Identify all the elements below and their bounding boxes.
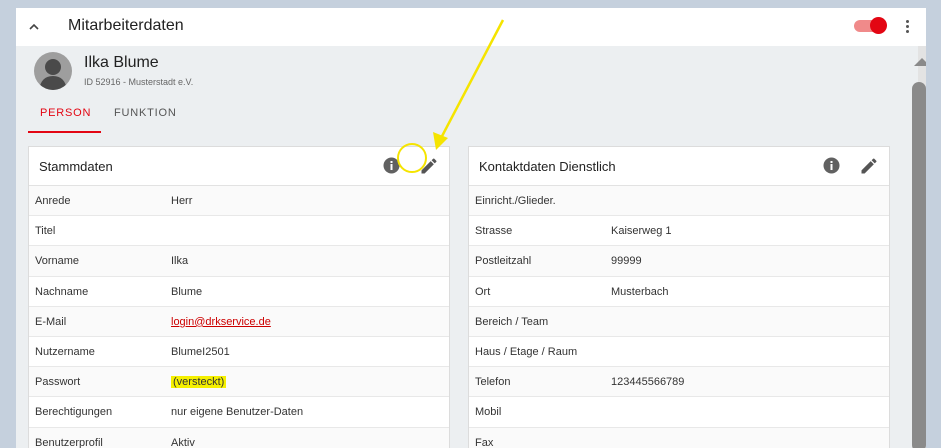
pencil-icon[interactable] bbox=[419, 156, 439, 176]
email-link[interactable]: login@drkservice.de bbox=[171, 316, 271, 328]
stammdaten-card: Stammdaten Anrede Herr Titel Vorname Ilka … bbox=[28, 146, 450, 448]
table-row: Einricht./Glieder. bbox=[469, 186, 889, 217]
row-label: Ort bbox=[475, 285, 491, 298]
stammdaten-header: Stammdaten bbox=[29, 147, 449, 186]
row-value: Herr bbox=[171, 195, 193, 207]
row-label: Benutzerprofil bbox=[35, 436, 103, 448]
profile-id: ID 52916 - Musterstadt e.V. bbox=[84, 77, 194, 87]
pencil-icon[interactable] bbox=[859, 156, 879, 176]
row-label: Mobil bbox=[475, 406, 502, 419]
table-row: Haus / Etage / Raum bbox=[469, 337, 889, 368]
kontakt-header: Kontaktdaten Dienstlich bbox=[469, 147, 889, 186]
table-row: Anrede Herr bbox=[29, 186, 449, 217]
tab-person[interactable]: PERSON bbox=[40, 107, 91, 119]
row-label: Postleitzahl bbox=[475, 255, 532, 268]
table-row: Nachname Blume bbox=[29, 277, 449, 307]
row-value: 99999 bbox=[611, 255, 642, 268]
table-row: Benutzerprofil Aktiv bbox=[29, 427, 449, 448]
row-label: Vorname bbox=[35, 255, 80, 268]
table-row: Bereich / Team bbox=[469, 306, 889, 337]
profile-name: Ilka Blume bbox=[84, 54, 159, 71]
scrollbar[interactable] bbox=[912, 46, 926, 448]
scroll-up-icon[interactable] bbox=[914, 58, 926, 66]
table-row: Berechtigungen nur eigene Benutzer-Daten bbox=[29, 397, 449, 428]
row-label: Bereich / Team bbox=[475, 315, 549, 328]
row-label: Nachname bbox=[35, 285, 89, 298]
row-value: Kaiserweg 1 bbox=[611, 225, 672, 238]
table-row: Passwort (versteckt) bbox=[29, 367, 449, 398]
row-label: Haus / Etage / Raum bbox=[475, 345, 578, 358]
kontakt-title: Kontaktdaten Dienstlich bbox=[479, 159, 616, 174]
table-row: Titel bbox=[29, 216, 449, 247]
table-row: Ort Musterbach bbox=[469, 277, 889, 307]
row-label: Titel bbox=[35, 225, 56, 238]
stammdaten-rows: Anrede Herr Titel Vorname Ilka Nachname Blu… bbox=[29, 186, 449, 448]
row-label: Strasse bbox=[475, 225, 513, 238]
row-label: Fax bbox=[475, 436, 494, 448]
scrollbar-thumb[interactable] bbox=[912, 82, 926, 448]
row-value: Aktiv bbox=[171, 436, 195, 448]
tab-funktion[interactable]: FUNKTION bbox=[114, 107, 177, 119]
table-row: E-Mail login@drkservice.de bbox=[29, 306, 449, 337]
panel-header: Mitarbeiterdaten bbox=[16, 8, 926, 46]
employee-panel: Mitarbeiterdaten Ilka Blume ID 52916 - M… bbox=[16, 8, 926, 448]
row-value: nur eigene Benutzer-Daten bbox=[171, 406, 304, 419]
row-value: Musterbach bbox=[611, 285, 669, 298]
email-value: login@drkservice.de bbox=[171, 316, 271, 328]
table-row: Strasse Kaiserweg 1 bbox=[469, 216, 889, 247]
password-value: (versteckt) bbox=[171, 376, 227, 389]
info-icon[interactable] bbox=[383, 157, 400, 174]
table-row: Postleitzahl 99999 bbox=[469, 246, 889, 277]
info-icon[interactable] bbox=[823, 157, 840, 174]
row-label: Berechtigungen bbox=[35, 406, 113, 419]
table-row: Vorname Ilka bbox=[29, 246, 449, 277]
avatar-icon bbox=[39, 59, 67, 90]
table-row: Nutzername BlumeI2501 bbox=[29, 337, 449, 368]
chevron-up-icon[interactable] bbox=[26, 19, 42, 35]
row-label: Passwort bbox=[35, 376, 81, 389]
password-highlight: (versteckt) bbox=[171, 376, 227, 389]
row-label: Nutzername bbox=[35, 345, 95, 358]
toggle-switch[interactable] bbox=[854, 17, 887, 34]
row-label: Anrede bbox=[35, 195, 71, 207]
tab-indicator bbox=[28, 131, 101, 133]
row-label: Telefon bbox=[475, 376, 511, 389]
kontakt-rows: Einricht./Glieder. Strasse Kaiserweg 1 Po… bbox=[469, 186, 889, 448]
kebab-icon[interactable] bbox=[900, 18, 914, 36]
table-row: Fax bbox=[469, 427, 889, 448]
avatar bbox=[34, 52, 72, 90]
table-row: Telefon 123445566789 bbox=[469, 367, 889, 398]
panel-title: Mitarbeiterdaten bbox=[68, 17, 184, 34]
row-value: Blume bbox=[171, 285, 203, 298]
row-label: E-Mail bbox=[35, 315, 67, 328]
table-row: Mobil bbox=[469, 397, 889, 428]
row-value: Ilka bbox=[171, 255, 189, 268]
row-value: 123445566789 bbox=[611, 376, 685, 389]
stammdaten-title: Stammdaten bbox=[39, 159, 113, 174]
row-value: BlumeI2501 bbox=[171, 345, 230, 358]
kontakt-card: Kontaktdaten Dienstlich Einricht./Gliede… bbox=[468, 146, 890, 448]
row-label: Einricht./Glieder. bbox=[475, 195, 556, 207]
